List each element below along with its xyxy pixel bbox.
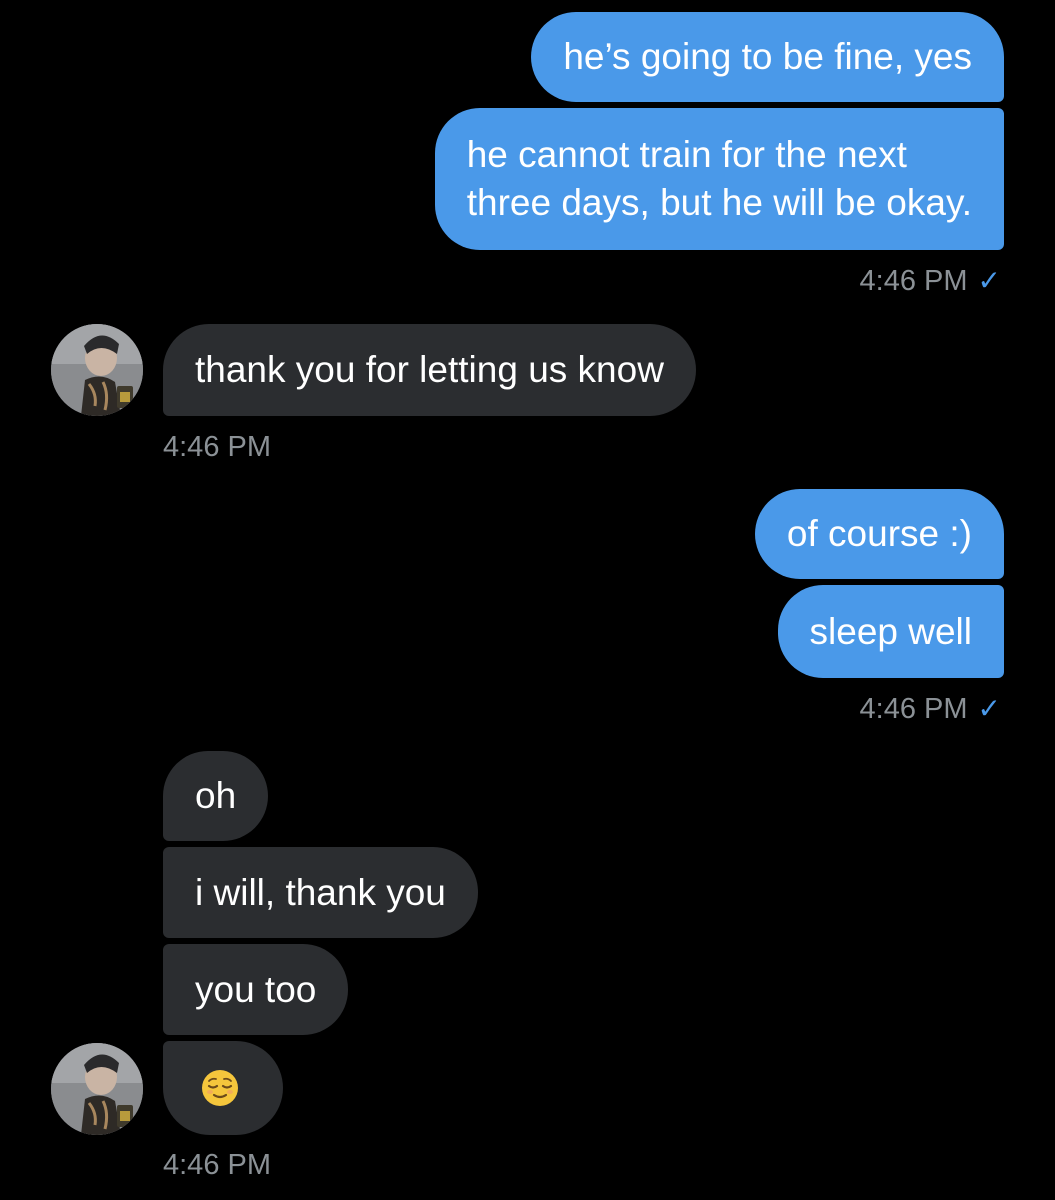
received-message-bubble[interactable]: oh [163,751,269,841]
avatar-photo-icon [51,1043,143,1135]
contact-avatar[interactable] [51,1043,143,1135]
message-timestamp: 4:46 PM [163,431,271,463]
message-timestamp: 4:46 PM ✓ [859,693,1001,725]
message-text: three days, but he will be okay. [466,182,972,223]
contact-avatar[interactable] [51,324,143,416]
sent-message-bubble[interactable]: of course :) [754,489,1004,579]
avatar-photo-icon [51,324,143,416]
message-text: oh [195,775,237,816]
message-text: he cannot train for the next [466,134,907,175]
received-message-bubble[interactable]: i will, thank you [163,847,478,938]
message-text: you too [195,969,317,1010]
read-checkmark-icon: ✓ [977,265,1001,296]
read-checkmark-icon: ✓ [977,693,1001,724]
received-message-bubble[interactable]: you too [163,944,349,1035]
sent-message-bubble[interactable]: sleep well [777,585,1004,678]
received-message-bubble[interactable] [163,1041,283,1135]
message-timestamp: 4:46 PM ✓ [859,265,1001,297]
received-message-bubble[interactable]: thank you for letting us know [163,324,696,416]
message-text: i will, thank you [195,872,446,913]
message-text: he’s going to be fine, yes [563,36,972,77]
message-timestamp: 4:46 PM [163,1149,271,1181]
message-text: of course :) [786,513,972,554]
sent-message-bubble[interactable]: he cannot train for the next three days,… [434,108,1004,250]
message-text: thank you for letting us know [195,349,664,390]
message-text: sleep well [809,611,972,652]
relieved-face-emoji-icon [202,1070,238,1106]
sent-message-bubble[interactable]: he’s going to be fine, yes [531,12,1004,102]
